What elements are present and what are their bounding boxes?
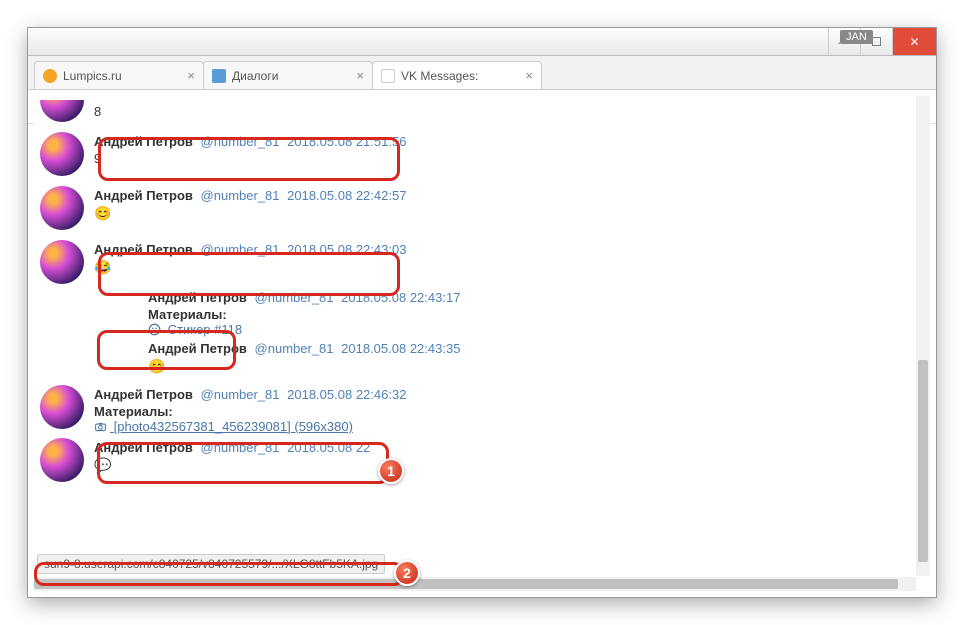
- sticker-link[interactable]: Стикер #118: [148, 322, 460, 337]
- jan-badge: JAN: [840, 30, 873, 44]
- status-bar-link: sun9-8.userapi.com/c840725/v840725579/..…: [37, 554, 385, 574]
- message-header: Андрей Петров @number_81 2018.05.08 22:4…: [94, 242, 406, 257]
- camera-icon: [94, 420, 107, 433]
- message-timestamp: 2018.05.08 22:43:35: [341, 341, 460, 356]
- message-body: 8: [94, 104, 101, 119]
- message-row: Андрей Петров @number_81 2018.05.08 22:4…: [40, 186, 930, 230]
- attachment-text: [photo432567381_456239081] (596x380): [114, 419, 353, 434]
- author-handle[interactable]: @number_81: [201, 188, 280, 203]
- message-row: 8: [40, 100, 930, 122]
- message-row: Андрей Петров @number_81 2018.05.08 21:5…: [40, 132, 930, 176]
- avatar[interactable]: [40, 132, 84, 176]
- favicon-icon: [212, 69, 226, 83]
- author-name: Андрей Петров: [94, 440, 193, 455]
- tab-title: Диалоги: [232, 69, 350, 83]
- message-timestamp: 2018.05.08 22:46:32: [287, 387, 406, 402]
- tab-title: Lumpics.ru: [63, 69, 181, 83]
- message-timestamp: 2018.05.08 22:42:57: [287, 188, 406, 203]
- author-name: Андрей Петров: [94, 242, 193, 257]
- message-body: 😊: [94, 205, 406, 222]
- tab-close-icon[interactable]: ×: [187, 68, 195, 83]
- callout-badge-1: 1: [378, 458, 404, 484]
- message-row: Андрей Петров @number_81 2018.05.08 22:4…: [40, 240, 930, 284]
- horizontal-scrollbar[interactable]: [34, 577, 916, 591]
- message-timestamp: 2018.05.08 22:43:03: [287, 242, 406, 257]
- message-header: Андрей Петров @number_81 2018.05.08 22:4…: [94, 188, 406, 203]
- scrollbar-thumb[interactable]: [34, 579, 898, 589]
- photo-link[interactable]: [photo432567381_456239081] (596x380): [94, 419, 406, 434]
- tab-title: VK Messages:: [401, 69, 519, 83]
- page-viewport: 8 Андрей Петров @number_81 2018.05.08 21…: [34, 96, 930, 591]
- materials-label: Материалы:: [94, 404, 406, 419]
- message-row: Андрей Петров @number_81 2018.05.08 22 💬: [40, 438, 930, 482]
- message-header: Андрей Петров @number_81 2018.05.08 22:4…: [148, 341, 460, 356]
- author-name: Андрей Петров: [148, 341, 247, 356]
- tab-close-icon[interactable]: ×: [356, 68, 364, 83]
- favicon-icon: [43, 69, 57, 83]
- avatar[interactable]: [40, 186, 84, 230]
- message-row: Андрей Петров @number_81 2018.05.08 22:4…: [40, 288, 930, 337]
- callout-badge-2: 2: [394, 560, 420, 586]
- author-name: Андрей Петров: [94, 188, 193, 203]
- author-handle[interactable]: @number_81: [201, 440, 280, 455]
- message-timestamp: 2018.05.08 22:43:17: [341, 290, 460, 305]
- tab-lumpics[interactable]: Lumpics.ru ×: [34, 61, 204, 89]
- avatar[interactable]: [40, 240, 84, 284]
- vertical-scrollbar[interactable]: [916, 96, 930, 576]
- message-header: Андрей Петров @number_81 2018.05.08 22: [94, 440, 370, 455]
- message-timestamp: 2018.05.08 21:51:56: [287, 134, 406, 149]
- avatar[interactable]: [40, 438, 84, 482]
- message-row: Андрей Петров @number_81 2018.05.08 22:4…: [40, 339, 930, 375]
- scrollbar-thumb[interactable]: [918, 360, 928, 562]
- author-name: Андрей Петров: [148, 290, 247, 305]
- avatar[interactable]: [40, 100, 84, 122]
- attachment-text: Стикер #118: [168, 322, 242, 337]
- materials-label: Материалы:: [148, 307, 460, 322]
- author-handle[interactable]: @number_81: [255, 341, 334, 356]
- tab-dialogs[interactable]: Диалоги ×: [203, 61, 373, 89]
- message-row: Андрей Петров @number_81 2018.05.08 22:4…: [40, 385, 930, 434]
- message-body: 😊: [148, 358, 460, 375]
- tab-close-icon[interactable]: ×: [525, 68, 533, 83]
- author-name: Андрей Петров: [94, 134, 193, 149]
- close-button[interactable]: ✕: [892, 28, 936, 55]
- message-timestamp: 2018.05.08 22: [287, 440, 370, 455]
- message-header: Андрей Петров @number_81 2018.05.08 22:4…: [94, 387, 406, 402]
- author-handle[interactable]: @number_81: [201, 242, 280, 257]
- message-body: 💬: [94, 457, 370, 474]
- window-titlebar: JAN — ☐ ✕: [28, 28, 936, 56]
- avatar[interactable]: [40, 385, 84, 429]
- tab-vk-messages[interactable]: VK Messages: ×: [372, 61, 542, 89]
- message-body: 😂: [94, 259, 406, 276]
- message-body: 9: [94, 151, 406, 166]
- message-header: Андрей Петров @number_81 2018.05.08 21:5…: [94, 134, 406, 149]
- sticker-icon: [148, 323, 161, 336]
- tab-strip: Lumpics.ru × Диалоги × VK Messages: ×: [28, 56, 936, 90]
- author-name: Андрей Петров: [94, 387, 193, 402]
- author-handle[interactable]: @number_81: [201, 387, 280, 402]
- file-icon: [381, 69, 395, 83]
- message-header: Андрей Петров @number_81 2018.05.08 22:4…: [148, 290, 460, 305]
- author-handle[interactable]: @number_81: [255, 290, 334, 305]
- author-handle[interactable]: @number_81: [201, 134, 280, 149]
